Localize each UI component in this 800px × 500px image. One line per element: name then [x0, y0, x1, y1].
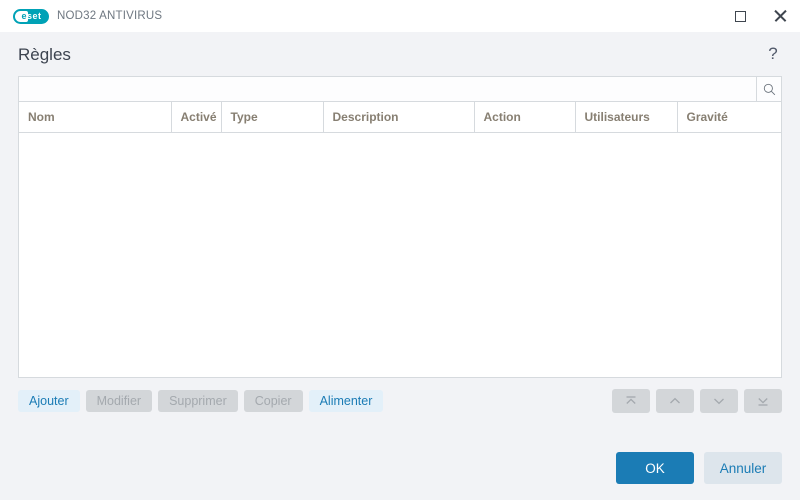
move-down-button	[700, 389, 738, 413]
rule-order-buttons	[612, 389, 782, 413]
edit-rule-button: Modifier	[85, 389, 153, 413]
column-header-gravite[interactable]: Gravité	[677, 102, 781, 133]
dialog-header: Règles ?	[0, 32, 800, 76]
column-header-utilisateurs[interactable]: Utilisateurs	[575, 102, 678, 133]
move-to-top-button	[612, 389, 650, 413]
brand-area: eset NOD32 ANTIVIRUS	[0, 8, 163, 24]
move-to-bottom-button	[744, 389, 782, 413]
maximize-button[interactable]	[720, 0, 760, 32]
search-button[interactable]	[756, 77, 781, 101]
cancel-button[interactable]: Annuler	[704, 452, 782, 484]
move-to-bottom-icon	[755, 394, 771, 408]
window-controls	[720, 0, 800, 32]
rules-table-body-scroll[interactable]	[19, 133, 781, 377]
search-row	[19, 77, 781, 102]
question-mark-icon: ?	[768, 44, 778, 63]
title-bar: eset NOD32 ANTIVIRUS	[0, 0, 800, 32]
move-up-button	[656, 389, 694, 413]
eset-logo-icon: eset	[13, 8, 49, 24]
add-rule-button[interactable]: Ajouter	[18, 389, 80, 413]
rule-command-buttons: Ajouter Modifier Supprimer Copier Alimenter	[18, 389, 384, 413]
rules-table-head: Nom Activé Type Description Action Utilisateu…	[19, 102, 781, 133]
column-header-nom[interactable]: Nom	[19, 102, 172, 133]
column-header-active[interactable]: Activé	[171, 102, 222, 133]
rules-panel: Nom Activé Type Description Action Utilisateu…	[18, 76, 782, 378]
column-header-type[interactable]: Type	[221, 102, 324, 133]
ok-button[interactable]: OK	[616, 452, 694, 484]
copy-rule-button: Copier	[243, 389, 303, 413]
rules-table-header-row: Nom Activé Type Description Action Utilisateu…	[19, 102, 781, 133]
rules-table: Nom Activé Type Description Action Utilisateu…	[19, 102, 781, 133]
move-up-icon	[667, 394, 683, 408]
product-name: NOD32 ANTIVIRUS	[57, 10, 163, 22]
delete-rule-button: Supprimer	[158, 389, 238, 413]
populate-rules-button[interactable]: Alimenter	[308, 389, 384, 413]
column-header-description[interactable]: Description	[323, 102, 475, 133]
search-icon	[763, 83, 775, 95]
move-to-top-icon	[623, 394, 639, 408]
dialog-footer: OK Annuler	[0, 452, 800, 500]
move-down-icon	[711, 394, 727, 408]
rules-table-wrapper: Nom Activé Type Description Action Utilisateu…	[19, 102, 781, 377]
rules-dialog-window: eset NOD32 ANTIVIRUS Règles ? Nom Activé…	[0, 0, 800, 500]
close-icon	[773, 9, 787, 23]
dialog-body: Nom Activé Type Description Action Utilisateu…	[0, 76, 800, 452]
maximize-icon	[734, 10, 746, 22]
search-input[interactable]	[19, 77, 756, 101]
rules-actions-bar: Ajouter Modifier Supprimer Copier Alimenter	[18, 384, 782, 418]
page-title: Règles	[18, 44, 71, 64]
column-header-action[interactable]: Action	[474, 102, 576, 133]
close-button[interactable]	[760, 0, 800, 32]
help-button[interactable]: ?	[762, 43, 784, 65]
